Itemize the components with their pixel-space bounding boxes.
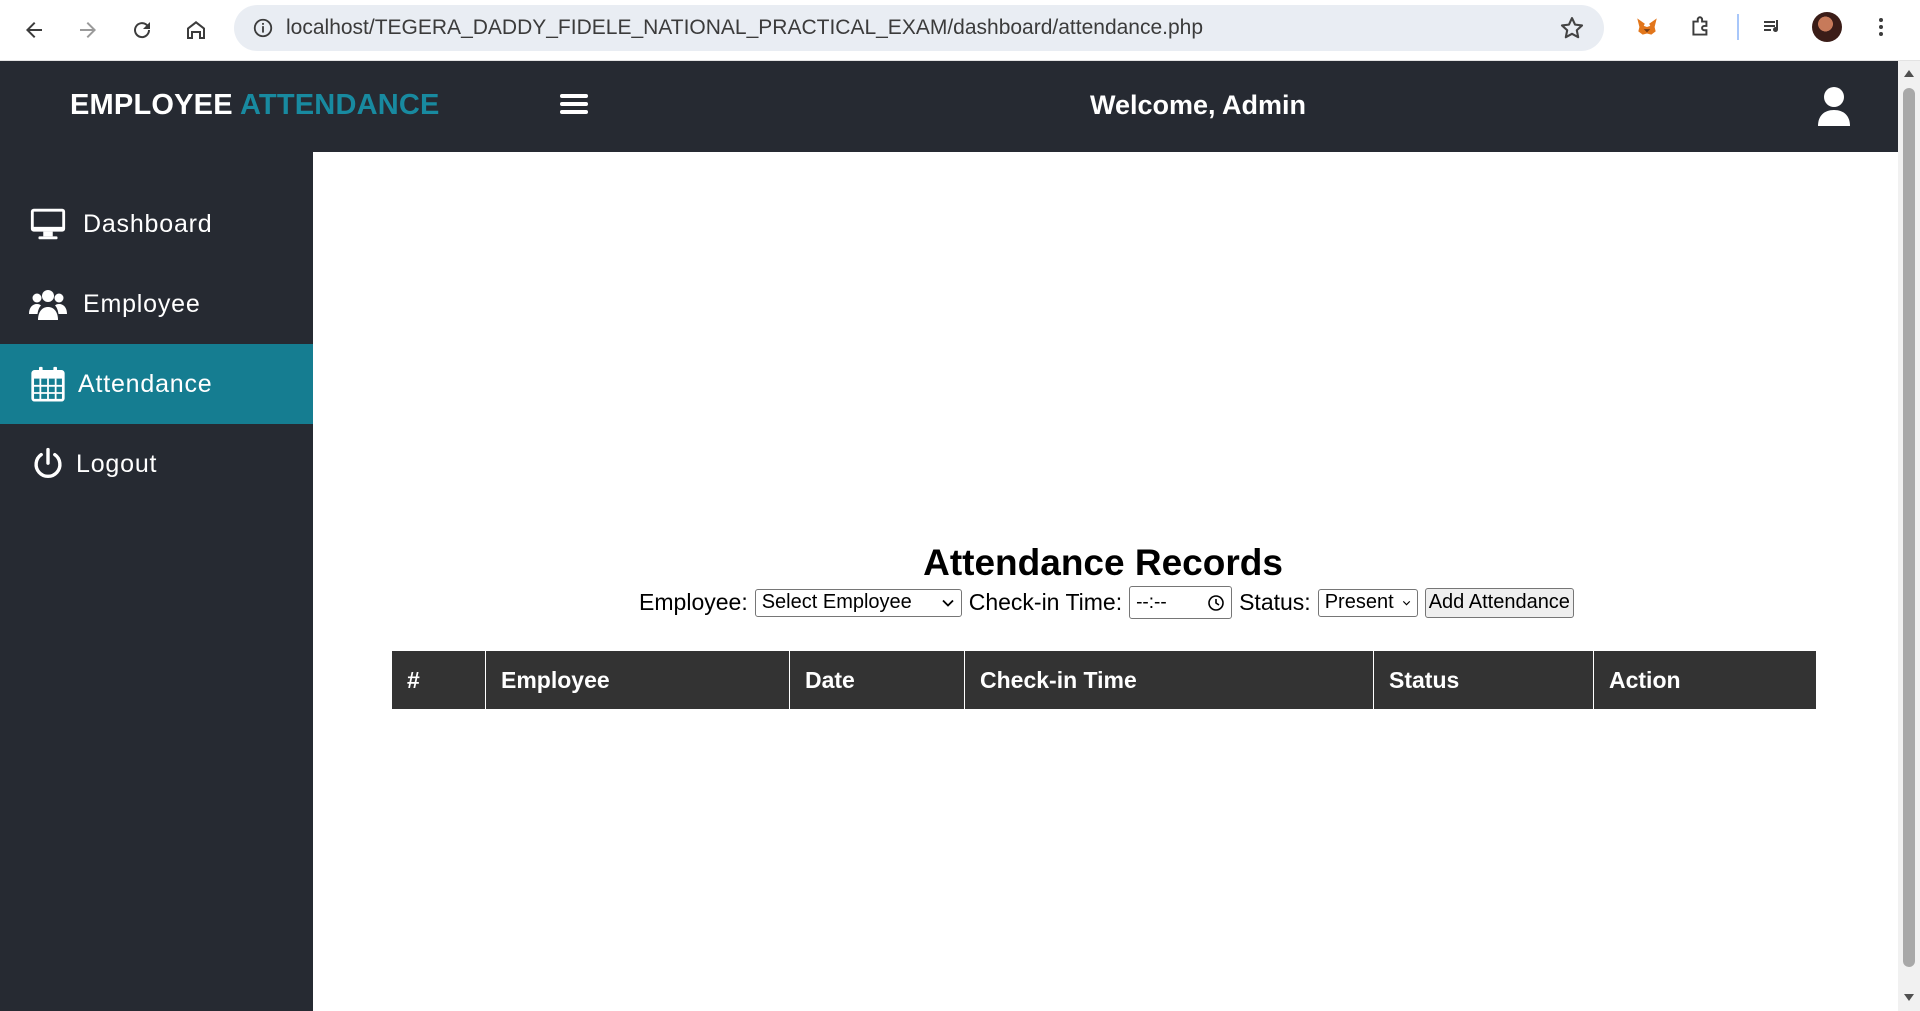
power-icon <box>28 444 68 484</box>
sidebar: Dashboard Employee Attendance Logout <box>0 152 313 1011</box>
arrow-right-icon <box>80 22 96 38</box>
checkin-label: Check-in Time: <box>968 589 1123 615</box>
profile-avatar[interactable] <box>1805 5 1849 49</box>
calendar-icon <box>28 364 68 404</box>
sidebar-item-label: Attendance <box>78 369 213 398</box>
sidebar-item-employee[interactable]: Employee <box>0 264 313 344</box>
welcome-text: Welcome, Admin <box>1090 90 1307 120</box>
scroll-thumb[interactable] <box>1903 88 1915 967</box>
hamburger-menu-icon[interactable] <box>560 94 588 118</box>
sidebar-item-dashboard[interactable]: Dashboard <box>0 184 313 264</box>
column-header-action: Action <box>1609 666 1681 693</box>
avatar <box>1812 12 1842 42</box>
url-text[interactable]: localhost/TEGERA_DADDY_FIDELE_NATIONAL_P… <box>286 16 1203 40</box>
kebab-menu-icon <box>1879 18 1883 36</box>
app-header: EMPLOYEE ATTENDANCE Welcome, Admin <box>0 61 1898 152</box>
column-header-number: # <box>392 651 486 709</box>
column-header-status: Status <box>1374 651 1594 709</box>
users-icon <box>28 284 68 324</box>
scroll-down-arrow-icon[interactable] <box>1903 992 1915 1002</box>
browser-menu-button[interactable] <box>1859 5 1903 49</box>
brand-logo[interactable]: EMPLOYEE ATTENDANCE <box>70 89 440 122</box>
home-button[interactable] <box>169 3 223 57</box>
employee-select[interactable]: Select Employee <box>754 588 962 617</box>
page-title: Attendance Records <box>923 542 1283 583</box>
brand-primary: EMPLOYEE <box>70 89 233 121</box>
sidebar-item-label: Logout <box>76 449 158 478</box>
status-select-value: Present <box>1324 591 1394 613</box>
sidebar-item-label: Employee <box>83 289 201 318</box>
main-content: Attendance Records Employee: Select Empl… <box>313 152 1898 1011</box>
employee-select-value: Select Employee <box>761 591 912 613</box>
column-header-checkin-time: Check-in Time <box>965 651 1374 709</box>
column-header-employee: Employee <box>486 651 790 709</box>
home-icon <box>187 21 205 39</box>
reload-button[interactable] <box>115 3 169 57</box>
checkin-time-value: --:-- <box>1136 591 1167 613</box>
sidebar-item-logout[interactable]: Logout <box>0 424 313 504</box>
bookmark-star-icon[interactable] <box>1558 14 1586 42</box>
browser-toolbar: localhost/TEGERA_DADDY_FIDELE_NATIONAL_P… <box>0 0 1920 61</box>
column-header-date: Date <box>790 651 965 709</box>
sidebar-item-attendance[interactable]: Attendance <box>0 344 313 424</box>
clock-icon[interactable] <box>1207 594 1225 612</box>
employee-label: Employee: <box>639 589 748 615</box>
monitor-icon <box>28 204 68 244</box>
user-profile-icon[interactable] <box>1816 86 1852 128</box>
site-info-icon[interactable] <box>240 5 286 51</box>
status-select[interactable]: Present <box>1317 588 1418 617</box>
brand-accent: ATTENDANCE <box>239 89 440 121</box>
back-button[interactable] <box>7 3 61 57</box>
reload-icon <box>134 22 151 39</box>
metamask-fox-icon[interactable] <box>1625 5 1669 49</box>
chevron-down-icon <box>1402 600 1410 605</box>
forward-button[interactable] <box>61 3 115 57</box>
add-attendance-button[interactable]: Add Attendance <box>1424 587 1574 618</box>
toolbar-divider <box>1737 14 1739 40</box>
extensions-puzzle-icon[interactable] <box>1679 5 1723 49</box>
attendance-table-header: # Employee Date Check-in Time Status Act… <box>392 651 1816 709</box>
checkin-time-input[interactable]: --:-- <box>1129 586 1233 619</box>
extensions-area <box>1625 0 1903 54</box>
chevron-down-icon <box>942 599 954 607</box>
attendance-form: Employee: Select Employee Check-in Time:… <box>313 586 1893 619</box>
page-scrollbar[interactable] <box>1898 61 1920 1011</box>
scroll-up-arrow-icon[interactable] <box>1903 69 1915 79</box>
status-label: Status: <box>1239 589 1311 615</box>
arrow-left-icon <box>26 22 42 38</box>
media-queue-icon[interactable] <box>1751 5 1795 49</box>
sidebar-item-label: Dashboard <box>83 209 213 238</box>
address-bar[interactable]: localhost/TEGERA_DADDY_FIDELE_NATIONAL_P… <box>234 5 1604 51</box>
